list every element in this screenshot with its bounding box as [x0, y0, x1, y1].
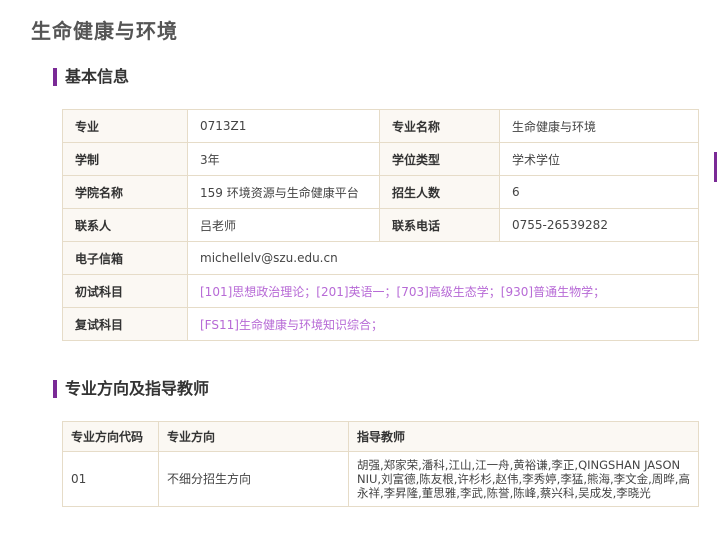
table-row: 联系人 吕老师 联系电话 0755-26539282 — [62, 208, 699, 242]
email-label: 电子信箱 — [62, 241, 188, 275]
college-value: 159 环境资源与生命健康平台 — [187, 175, 380, 209]
table-row: 电子信箱 michellelv@szu.edu.cn — [62, 241, 699, 275]
table-row: 初试科目 [101]思想政治理论；[201]英语一；[703]高级生态学；[93… — [62, 274, 699, 308]
retest-subjects-label: 复试科目 — [62, 307, 188, 341]
enrollment-label: 招生人数 — [379, 175, 500, 209]
table-header-row: 专业方向代码 专业方向 指导教师 — [62, 421, 699, 452]
prelim-subjects-link[interactable]: [101]思想政治理论；[201]英语一；[703]高级生态学；[930]普通生… — [187, 274, 699, 308]
degree-type-value: 学术学位 — [499, 142, 699, 176]
section-heading-basic-info: 基本信息 — [53, 67, 129, 87]
contact-value: 吕老师 — [187, 208, 380, 242]
table-row: 复试科目 [FS11]生命健康与环境知识综合； — [62, 307, 699, 341]
header-direction-code: 专业方向代码 — [62, 421, 159, 452]
major-name-value: 生命健康与环境 — [499, 109, 699, 143]
enrollment-value: 6 — [499, 175, 699, 209]
table-row: 学院名称 159 环境资源与生命健康平台 招生人数 6 — [62, 175, 699, 209]
major-code-value: 0713Z1 — [187, 109, 380, 143]
table-row: 01 不细分招生方向 胡强,郑家荣,潘科,江山,江一舟,黄裕谦,李正,QINGS… — [62, 451, 699, 507]
college-label: 学院名称 — [62, 175, 188, 209]
duration-value: 3年 — [187, 142, 380, 176]
header-teachers: 指导教师 — [348, 421, 699, 452]
contact-label: 联系人 — [62, 208, 188, 242]
direction-name-cell: 不细分招生方向 — [158, 451, 349, 507]
table-row: 学制 3年 学位类型 学术学位 — [62, 142, 699, 176]
retest-subjects-link[interactable]: [FS11]生命健康与环境知识综合； — [187, 307, 699, 341]
teachers-cell: 胡强,郑家荣,潘科,江山,江一舟,黄裕谦,李正,QINGSHAN JASON N… — [348, 451, 699, 507]
duration-label: 学制 — [62, 142, 188, 176]
basic-info-table: 专业 0713Z1 专业名称 生命健康与环境 学制 3年 学位类型 学术学位 学… — [62, 109, 699, 341]
header-direction: 专业方向 — [158, 421, 349, 452]
major-code-label: 专业 — [62, 109, 188, 143]
degree-type-label: 学位类型 — [379, 142, 500, 176]
phone-value: 0755-26539282 — [499, 208, 699, 242]
major-name-label: 专业名称 — [379, 109, 500, 143]
phone-label: 联系电话 — [379, 208, 500, 242]
direction-code-cell: 01 — [62, 451, 159, 507]
table-row: 专业 0713Z1 专业名称 生命健康与环境 — [62, 109, 699, 143]
direction-table: 专业方向代码 专业方向 指导教师 01 不细分招生方向 胡强,郑家荣,潘科,江山… — [62, 421, 699, 507]
section-heading-direction: 专业方向及指导教师 — [53, 379, 209, 399]
prelim-subjects-label: 初试科目 — [62, 274, 188, 308]
email-value: michellelv@szu.edu.cn — [187, 241, 699, 275]
page-title: 生命健康与环境 — [31, 19, 178, 43]
